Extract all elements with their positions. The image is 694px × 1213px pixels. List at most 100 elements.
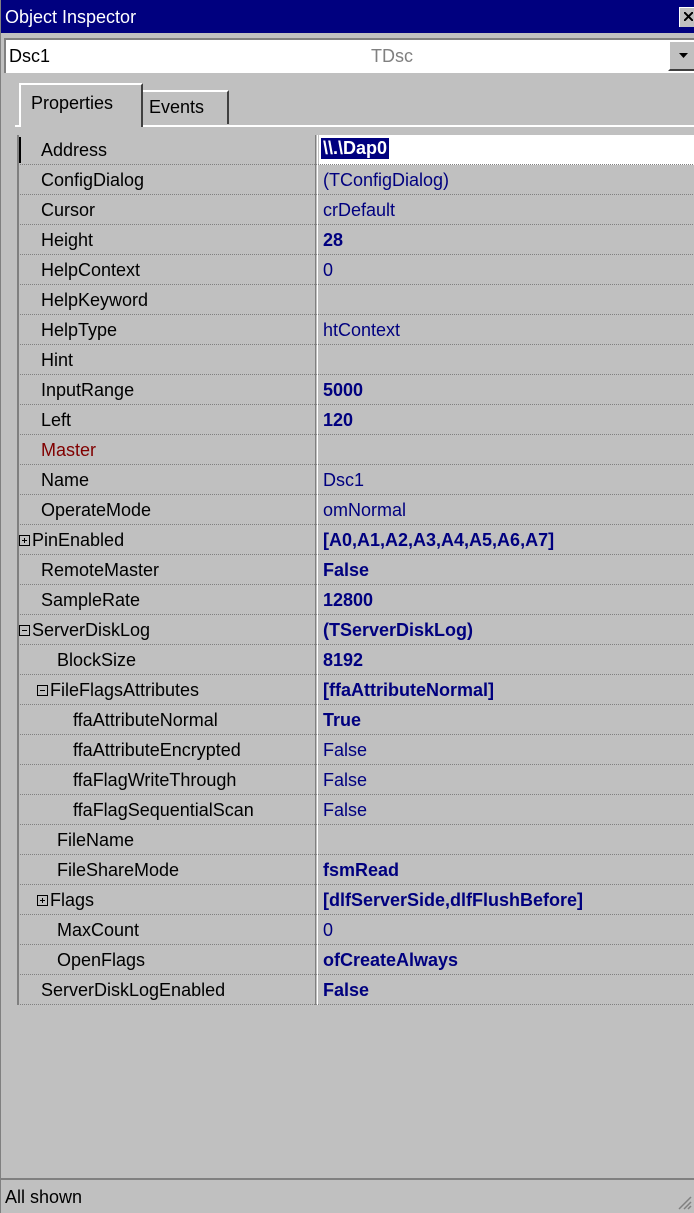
property-row[interactable]: ConfigDialog (TConfigDialog)	[17, 165, 694, 195]
property-name-cell[interactable]: ffaFlagSequentialScan	[17, 795, 318, 825]
property-name-cell[interactable]: BlockSize	[17, 645, 318, 675]
property-name-cell[interactable]: Master	[17, 435, 318, 465]
property-row[interactable]: OperateMode omNormal	[17, 495, 694, 525]
object-selector-dropdown-button[interactable]	[668, 40, 694, 71]
property-grid[interactable]: Address \\.\Dap0 ConfigDialog (TConfigDialo…	[17, 135, 694, 1005]
property-value-cell[interactable]	[319, 825, 694, 855]
property-name-cell[interactable]: ffaAttributeNormal	[17, 705, 318, 735]
property-value-cell[interactable]	[319, 435, 694, 465]
property-value-cell[interactable]: 5000	[319, 375, 694, 405]
property-value-cell[interactable]: False	[319, 555, 694, 585]
property-value-cell[interactable]: [ffaAttributeNormal]	[319, 675, 694, 705]
property-value-cell[interactable]: True	[319, 705, 694, 735]
property-value-cell[interactable]: 0	[319, 255, 694, 285]
property-value-cell[interactable]: False	[319, 975, 694, 1005]
property-row[interactable]: FileName	[17, 825, 694, 855]
property-value-cell[interactable]: 28	[319, 225, 694, 255]
property-name-cell[interactable]: OpenFlags	[17, 945, 318, 975]
property-value-cell[interactable]: ofCreateAlways	[319, 945, 694, 975]
property-row[interactable]: Hint	[17, 345, 694, 375]
property-name-cell[interactable]: ServerDiskLog	[17, 615, 318, 645]
property-value-cell[interactable]: [dlfServerSide,dlfFlushBefore]	[319, 885, 694, 915]
property-value-cell[interactable]: (TServerDiskLog)	[319, 615, 694, 645]
property-row[interactable]: InputRange 5000	[17, 375, 694, 405]
property-value-cell[interactable]	[319, 285, 694, 315]
property-row[interactable]: Left 120	[17, 405, 694, 435]
property-row[interactable]: OpenFlags ofCreateAlways	[17, 945, 694, 975]
property-name-cell[interactable]: HelpType	[17, 315, 318, 345]
tab-events[interactable]: Events	[143, 90, 229, 124]
property-name-cell[interactable]: ffaFlagWriteThrough	[17, 765, 318, 795]
property-value-cell[interactable]: False	[319, 795, 694, 825]
property-name-cell[interactable]: FileName	[17, 825, 318, 855]
property-name-cell[interactable]: ServerDiskLogEnabled	[17, 975, 318, 1005]
property-name-cell[interactable]: ConfigDialog	[17, 165, 318, 195]
property-value-cell[interactable]	[319, 345, 694, 375]
property-row[interactable]: PinEnabled [A0,A1,A2,A3,A4,A5,A6,A7]	[17, 525, 694, 555]
property-row[interactable]: ffaAttributeNormal True	[17, 705, 694, 735]
property-row[interactable]: Height 28	[17, 225, 694, 255]
property-value-cell[interactable]: \\.\Dap0	[319, 135, 694, 165]
property-row[interactable]: ffaFlagWriteThrough False	[17, 765, 694, 795]
collapse-minus-icon[interactable]	[37, 685, 48, 696]
expand-plus-icon[interactable]	[37, 895, 48, 906]
property-name-cell[interactable]: Address	[17, 135, 318, 165]
property-value-cell[interactable]: htContext	[319, 315, 694, 345]
property-row[interactable]: FileShareMode fsmRead	[17, 855, 694, 885]
property-value-cell[interactable]: 0	[319, 915, 694, 945]
property-name-cell[interactable]: SampleRate	[17, 585, 318, 615]
property-value-cell[interactable]: omNormal	[319, 495, 694, 525]
property-value-cell[interactable]: 12800	[319, 585, 694, 615]
property-name-cell[interactable]: InputRange	[17, 375, 318, 405]
property-value-cell[interactable]: crDefault	[319, 195, 694, 225]
property-value-cell[interactable]: fsmRead	[319, 855, 694, 885]
property-name-cell[interactable]: PinEnabled	[17, 525, 318, 555]
close-button[interactable]	[679, 7, 694, 27]
property-name-cell[interactable]: Height	[17, 225, 318, 255]
property-row[interactable]: ServerDiskLogEnabled False	[17, 975, 694, 1005]
property-row[interactable]: Flags [dlfServerSide,dlfFlushBefore]	[17, 885, 694, 915]
property-row[interactable]: RemoteMaster False	[17, 555, 694, 585]
expand-plus-icon[interactable]	[19, 535, 30, 546]
property-name-cell[interactable]: Hint	[17, 345, 318, 375]
property-value-cell[interactable]: False	[319, 765, 694, 795]
collapse-minus-icon[interactable]	[19, 625, 30, 636]
property-value-cell[interactable]: [A0,A1,A2,A3,A4,A5,A6,A7]	[319, 525, 694, 555]
property-name-cell[interactable]: RemoteMaster	[17, 555, 318, 585]
property-row[interactable]: ffaAttributeEncrypted False	[17, 735, 694, 765]
property-name-cell[interactable]: Cursor	[17, 195, 318, 225]
property-value-cell[interactable]: False	[319, 735, 694, 765]
property-row[interactable]: BlockSize 8192	[17, 645, 694, 675]
property-value-cell[interactable]: Dsc1	[319, 465, 694, 495]
property-name-cell[interactable]: Left	[17, 405, 318, 435]
property-row[interactable]: HelpContext 0	[17, 255, 694, 285]
property-row[interactable]: ffaFlagSequentialScan False	[17, 795, 694, 825]
property-row[interactable]: SampleRate 12800	[17, 585, 694, 615]
property-value-cell[interactable]: 120	[319, 405, 694, 435]
property-row[interactable]: Address \\.\Dap0	[17, 135, 694, 165]
resize-grip-icon[interactable]	[676, 1194, 692, 1210]
title-bar[interactable]: Object Inspector	[1, 0, 694, 33]
property-name-cell[interactable]: Name	[17, 465, 318, 495]
property-name-cell[interactable]: ffaAttributeEncrypted	[17, 735, 318, 765]
tab-properties[interactable]: Properties	[19, 83, 143, 127]
object-selector-combo[interactable]: Dsc1 TDsc	[4, 38, 694, 73]
property-row[interactable]: Master	[17, 435, 694, 465]
property-value-cell[interactable]: (TConfigDialog)	[319, 165, 694, 195]
property-name-cell[interactable]: FileFlagsAttributes	[17, 675, 318, 705]
property-name-cell[interactable]: Flags	[17, 885, 318, 915]
property-row[interactable]: ServerDiskLog (TServerDiskLog)	[17, 615, 694, 645]
property-value-cell[interactable]: 8192	[319, 645, 694, 675]
property-name-cell[interactable]: MaxCount	[17, 915, 318, 945]
property-row[interactable]: Name Dsc1	[17, 465, 694, 495]
property-name-cell[interactable]: OperateMode	[17, 495, 318, 525]
property-row[interactable]: MaxCount 0	[17, 915, 694, 945]
property-name-cell[interactable]: HelpContext	[17, 255, 318, 285]
property-row[interactable]: HelpKeyword	[17, 285, 694, 315]
property-row[interactable]: HelpType htContext	[17, 315, 694, 345]
property-row[interactable]: Cursor crDefault	[17, 195, 694, 225]
property-row[interactable]: FileFlagsAttributes [ffaAttributeNormal]	[17, 675, 694, 705]
property-name-cell[interactable]: HelpKeyword	[17, 285, 318, 315]
property-name-cell[interactable]: FileShareMode	[17, 855, 318, 885]
property-value-editor[interactable]: \\.\Dap0	[321, 138, 390, 159]
